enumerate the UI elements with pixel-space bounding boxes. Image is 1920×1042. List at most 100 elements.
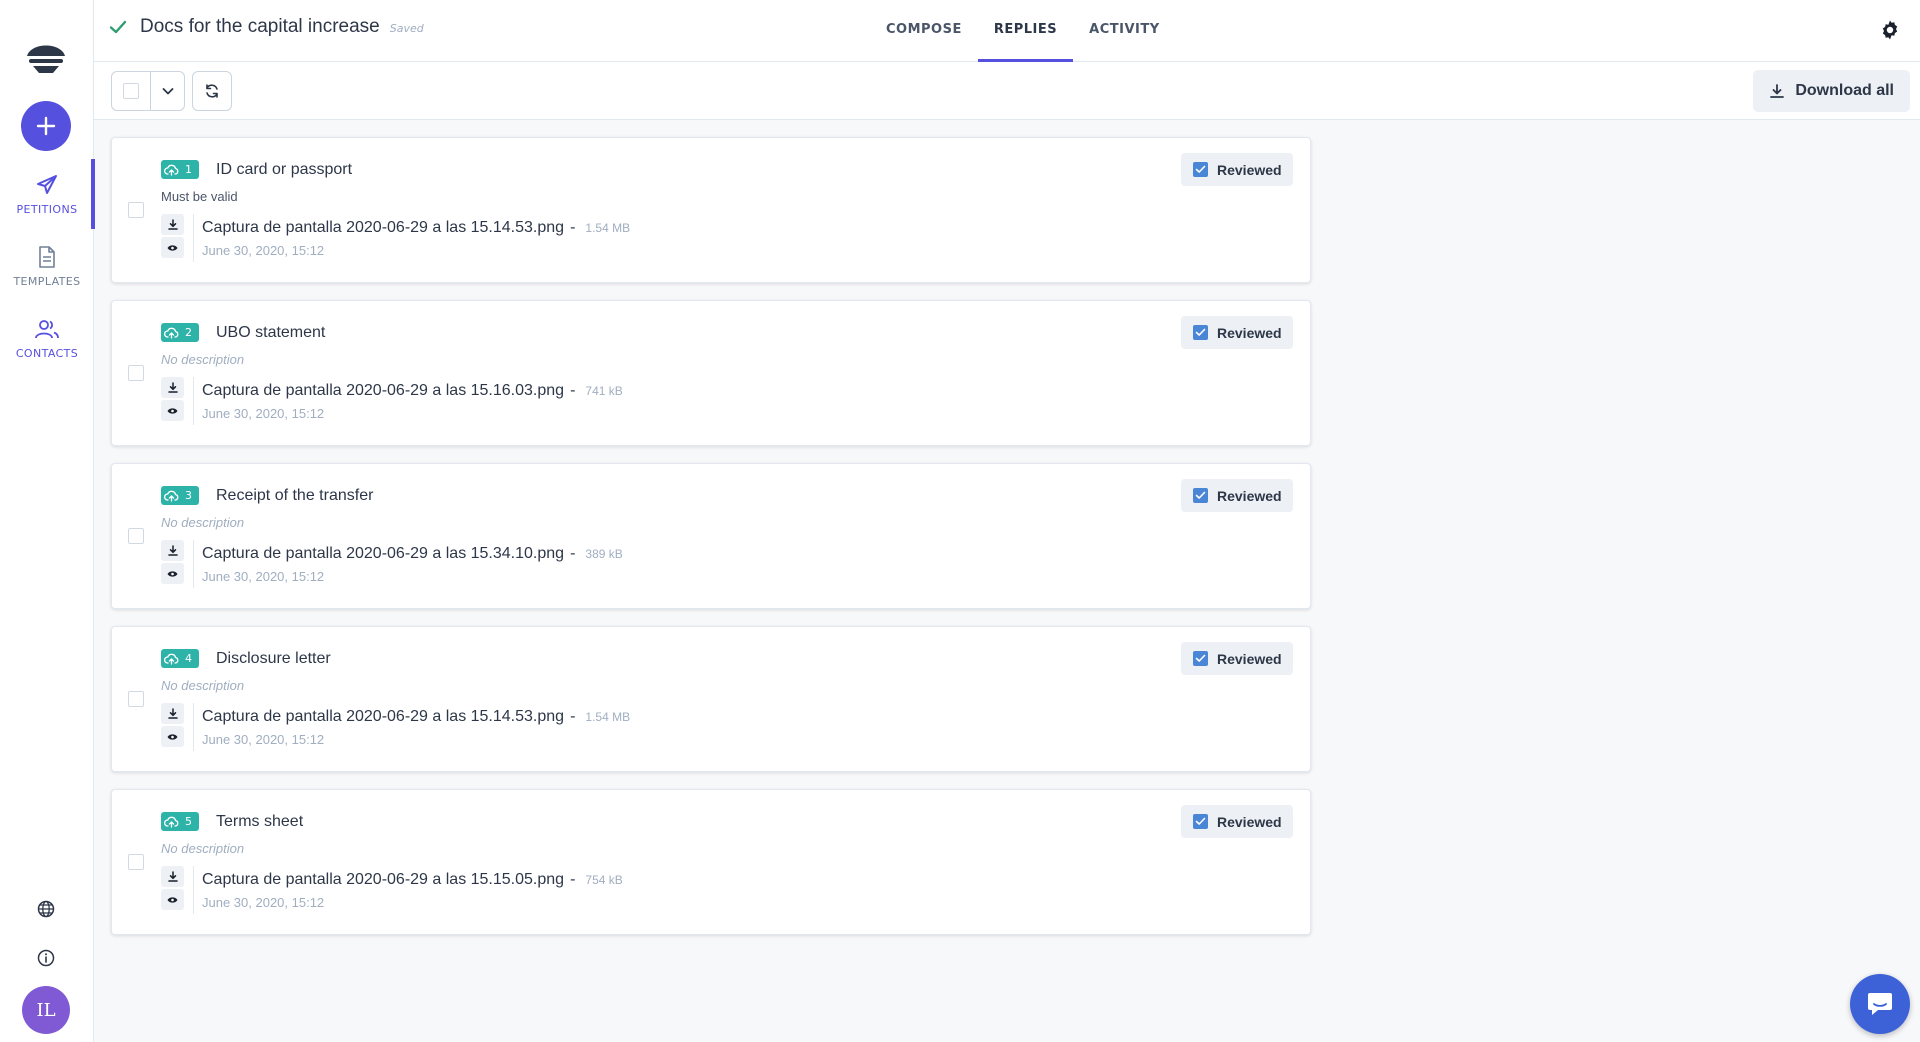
- download-icon: [167, 545, 178, 556]
- file-name: Captura de pantalla 2020-06-29 a las 15.…: [202, 219, 565, 236]
- file-date: June 30, 2020, 15:12: [202, 732, 325, 747]
- reviewed-toggle[interactable]: Reviewed: [1181, 316, 1293, 349]
- reviewed-label: Reviewed: [1217, 650, 1282, 667]
- file-actions: [161, 377, 184, 423]
- refresh-icon: [206, 84, 218, 98]
- reviewed-toggle[interactable]: Reviewed: [1181, 642, 1293, 675]
- download-file-button[interactable]: [161, 540, 184, 561]
- download-file-button[interactable]: [161, 866, 184, 887]
- file-size: 741 kB: [585, 384, 623, 398]
- download-file-button[interactable]: [161, 703, 184, 724]
- field-description: No description: [161, 515, 245, 530]
- new-petition-button[interactable]: [21, 101, 71, 151]
- refresh-button[interactable]: [192, 71, 232, 111]
- divider: [193, 214, 194, 262]
- file-actions: [161, 866, 184, 912]
- user-avatar[interactable]: IL: [22, 986, 70, 1034]
- download-file-button[interactable]: [161, 214, 184, 235]
- file-date: June 30, 2020, 15:12: [202, 895, 325, 910]
- download-icon: [167, 708, 178, 719]
- cloud-upload-icon: [164, 327, 179, 339]
- reply-card: 3 Receipt of the transfer No description…: [111, 463, 1311, 609]
- nav-contacts[interactable]: CONTACTS: [0, 308, 94, 368]
- file-link[interactable]: Captura de pantalla 2020-06-29 a las 15.…: [202, 545, 623, 563]
- field-title: ID card or passport: [216, 161, 353, 178]
- reply-card: 4 Disclosure letter No description Captu…: [111, 626, 1311, 772]
- nav-contacts-label: CONTACTS: [15, 346, 79, 360]
- sidebar: PETITIONS TEMPLATES CONTACTS IL: [0, 0, 95, 1042]
- file-actions: [161, 214, 184, 260]
- reply-card: 2 UBO statement No description Captura d…: [111, 300, 1311, 446]
- view-file-button[interactable]: [161, 726, 184, 747]
- view-file-button[interactable]: [161, 889, 184, 910]
- gear-icon[interactable]: [1878, 18, 1902, 42]
- download-file-button[interactable]: [161, 377, 184, 398]
- page-header: Docs for the capital increase Saved COMP…: [94, 0, 1920, 62]
- eye-icon: [167, 570, 178, 577]
- file-link[interactable]: Captura de pantalla 2020-06-29 a las 15.…: [202, 219, 630, 237]
- users-icon: [35, 319, 59, 338]
- info-icon[interactable]: [33, 945, 59, 971]
- reply-checkbox[interactable]: [128, 854, 144, 870]
- download-icon: [167, 382, 178, 393]
- eye-icon: [167, 244, 178, 251]
- reviewed-toggle[interactable]: Reviewed: [1181, 153, 1293, 186]
- download-icon: [167, 871, 178, 882]
- checkbox-box: [123, 83, 140, 99]
- app-logo[interactable]: [23, 34, 69, 80]
- file-link[interactable]: Captura de pantalla 2020-06-29 a las 15.…: [202, 871, 623, 889]
- document-icon: [39, 245, 55, 268]
- tab-replies[interactable]: REPLIES: [977, 0, 1074, 62]
- reviewed-toggle[interactable]: Reviewed: [1181, 805, 1293, 838]
- reviewed-check-icon: [1193, 162, 1208, 177]
- paper-plane-icon: [37, 174, 57, 194]
- field-description: No description: [161, 352, 245, 367]
- file-size: 389 kB: [585, 547, 623, 561]
- file-size: 754 kB: [585, 873, 623, 887]
- saved-status: Saved: [389, 22, 424, 35]
- divider: [193, 703, 194, 751]
- reply-checkbox[interactable]: [128, 691, 144, 707]
- field-title: UBO statement: [216, 324, 326, 341]
- view-file-button[interactable]: [161, 400, 184, 421]
- reviewed-label: Reviewed: [1217, 324, 1282, 341]
- select-all-checkbox[interactable]: [112, 72, 152, 110]
- file-actions: [161, 703, 184, 749]
- reviewed-label: Reviewed: [1217, 161, 1282, 178]
- select-options-dropdown[interactable]: [151, 72, 184, 110]
- field-number-badge: 3: [161, 486, 199, 505]
- language-globe-icon[interactable]: [33, 896, 59, 922]
- reply-checkbox[interactable]: [128, 528, 144, 544]
- field-number-badge: 2: [161, 323, 199, 342]
- field-number: 1: [185, 163, 192, 176]
- reviewed-label: Reviewed: [1217, 813, 1282, 830]
- download-all-button[interactable]: Download all: [1753, 70, 1910, 112]
- tab-activity[interactable]: ACTIVITY: [1073, 0, 1176, 62]
- support-chat-button[interactable]: [1850, 974, 1910, 1034]
- tab-compose[interactable]: COMPOSE: [870, 0, 978, 62]
- cloud-upload-icon: [164, 490, 179, 502]
- file-link[interactable]: Captura de pantalla 2020-06-29 a las 15.…: [202, 708, 630, 726]
- field-title: Receipt of the transfer: [216, 487, 374, 504]
- file-date: June 30, 2020, 15:12: [202, 243, 325, 258]
- file-date: June 30, 2020, 15:12: [202, 569, 325, 584]
- reviewed-toggle[interactable]: Reviewed: [1181, 479, 1293, 512]
- petition-title[interactable]: Docs for the capital increase: [140, 16, 380, 38]
- field-number-badge: 1: [161, 160, 199, 179]
- view-file-button[interactable]: [161, 237, 184, 258]
- download-icon: [167, 219, 178, 230]
- file-size: 1.54 MB: [585, 221, 631, 235]
- nav-templates[interactable]: TEMPLATES: [0, 236, 94, 296]
- reply-checkbox[interactable]: [128, 202, 144, 218]
- toolbar: Download all: [94, 62, 1920, 120]
- file-size: 1.54 MB: [585, 710, 631, 724]
- divider: [193, 377, 194, 425]
- plus-icon: [36, 116, 56, 136]
- file-link[interactable]: Captura de pantalla 2020-06-29 a las 15.…: [202, 382, 623, 400]
- field-description: Must be valid: [161, 189, 238, 204]
- nav-petitions[interactable]: PETITIONS: [0, 159, 95, 229]
- replies-list: 1 ID card or passport Must be valid Capt…: [111, 137, 1311, 952]
- view-file-button[interactable]: [161, 563, 184, 584]
- reply-checkbox[interactable]: [128, 365, 144, 381]
- divider: [193, 540, 194, 588]
